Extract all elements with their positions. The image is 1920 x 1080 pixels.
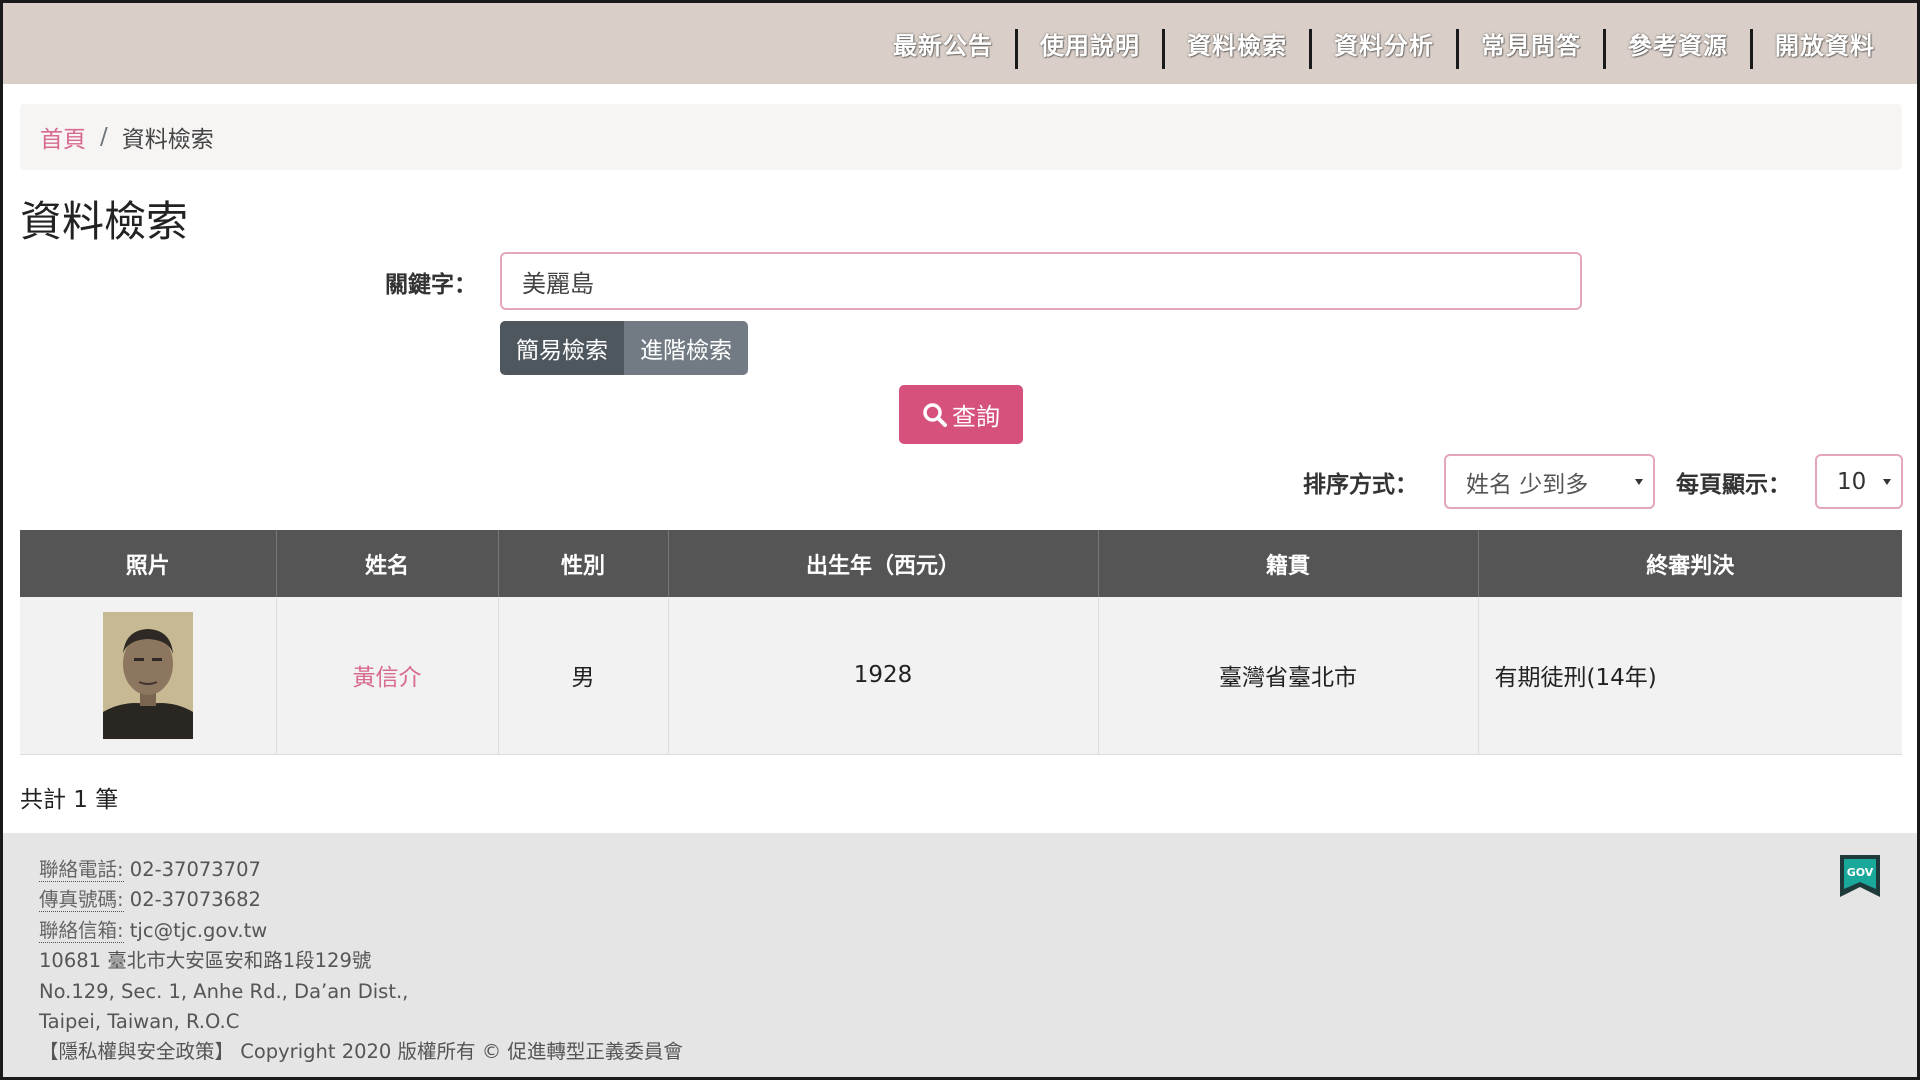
gov-badge-icon[interactable]: GOV (1838, 853, 1882, 899)
table-row: 黃信介 男 1928 臺灣省臺北市 有期徒刑(14年) (20, 597, 1902, 755)
photo-cell (20, 597, 277, 755)
footer: 聯絡電話: 02-37073707 傳真號碼: 02-37073682 聯絡信箱… (3, 833, 1917, 1077)
verdict-cell: 有期徒刑(14年) (1478, 597, 1902, 755)
nav-item-announcements[interactable]: 最新公告 (871, 26, 1015, 61)
nav-item-search[interactable]: 資料檢索 (1165, 26, 1309, 61)
caret-down-icon (1635, 479, 1643, 485)
keyword-label: 關鍵字： (385, 272, 477, 298)
column-header-photo: 照片 (20, 530, 277, 597)
simple-search-button[interactable]: 簡易檢索 (500, 321, 624, 375)
query-button-label: 查詢 (952, 403, 1000, 431)
footer-contact: 聯絡電話: 02-37073707 傳真號碼: 02-37073682 聯絡信箱… (39, 855, 683, 1068)
column-header-verdict: 終審判決 (1478, 530, 1902, 597)
footer-address-zh: 10681 臺北市大安區安和路1段129號 (39, 949, 372, 973)
page-title: 資料檢索 (20, 197, 189, 246)
breadcrumb: 首頁 / 資料檢索 (20, 104, 1902, 170)
search-icon (923, 402, 947, 427)
phone-value: 02-37073707 (129, 858, 261, 881)
breadcrumb-home-link[interactable]: 首頁 (40, 120, 86, 154)
advanced-search-button[interactable]: 進階檢索 (624, 321, 748, 375)
query-button[interactable]: 查詢 (899, 385, 1023, 444)
nav-item-resources[interactable]: 參考資源 (1606, 26, 1750, 61)
fax-value: 02-37073682 (129, 888, 261, 912)
per-page-label: 每頁顯示： (1676, 472, 1791, 498)
origin-cell: 臺灣省臺北市 (1098, 597, 1479, 755)
sort-selected-value: 姓名 少到多 (1466, 471, 1589, 498)
gov-badge-text: GOV (1847, 866, 1874, 879)
email-label: 聯絡信箱: (39, 918, 124, 943)
birth-year-cell: 1928 (668, 597, 1099, 755)
nav-item-faq[interactable]: 常見問答 (1459, 26, 1603, 61)
privacy-policy-link[interactable]: 【隱私權與安全政策】 (39, 1040, 234, 1063)
fax-label: 傳真號碼: (39, 888, 124, 913)
footer-copyright-line: 【隱私權與安全政策】 Copyright 2020 版權所有 © 促進轉型正義委… (39, 1037, 683, 1067)
footer-email-line: 聯絡信箱: tjc@tjc.gov.tw (39, 916, 683, 946)
email-link[interactable]: tjc@tjc.gov.tw (130, 919, 267, 942)
gender-cell: 男 (498, 597, 669, 755)
search-mode-toggle: 簡易檢索 進階檢索 (500, 321, 748, 375)
copyright-text: Copyright 2020 版權所有 © 促進轉型正義委員會 (240, 1040, 683, 1064)
person-name-link[interactable]: 黃信介 (353, 665, 422, 691)
column-header-birth-year: 出生年（西元） (668, 530, 1099, 597)
footer-address-en-line2: Taipei, Taiwan, R.O.C (39, 1010, 240, 1034)
table-header-row: 照片 姓名 性別 出生年（西元） 籍貫 終審判決 (20, 530, 1902, 597)
footer-address-en-line1: No.129, Sec. 1, Anhe Rd., Da’an Dist., (39, 979, 409, 1003)
top-nav: 最新公告 使用說明 資料檢索 資料分析 常見問答 參考資源 開放資料 (3, 3, 1917, 84)
name-cell: 黃信介 (276, 597, 499, 755)
per-page-select[interactable]: 10 (1815, 454, 1903, 509)
breadcrumb-current: 資料檢索 (121, 127, 214, 153)
phone-label: 聯絡電話: (39, 858, 124, 882)
footer-phone-line: 聯絡電話: 02-37073707 (39, 855, 683, 885)
sort-label: 排序方式： (1303, 472, 1418, 498)
column-header-name: 姓名 (276, 530, 499, 597)
results-total: 共計 1 筆 (20, 787, 119, 813)
per-page-selected-value: 10 (1837, 468, 1867, 495)
column-header-origin: 籍貫 (1098, 530, 1479, 597)
nav-item-analysis[interactable]: 資料分析 (1312, 26, 1456, 61)
person-photo (102, 611, 193, 739)
caret-down-icon (1883, 479, 1891, 485)
footer-fax-line: 傳真號碼: 02-37073682 (39, 885, 683, 915)
keyword-input[interactable] (500, 252, 1582, 310)
column-header-gender: 性別 (498, 530, 669, 597)
sort-select[interactable]: 姓名 少到多 (1444, 454, 1655, 509)
nav-item-open-data[interactable]: 開放資料 (1753, 26, 1897, 61)
results-table: 照片 姓名 性別 出生年（西元） 籍貫 終審判決 黃信介 男 1928 臺灣省臺… (20, 530, 1902, 755)
breadcrumb-separator: / (100, 124, 108, 150)
nav-item-instructions[interactable]: 使用說明 (1018, 26, 1162, 61)
